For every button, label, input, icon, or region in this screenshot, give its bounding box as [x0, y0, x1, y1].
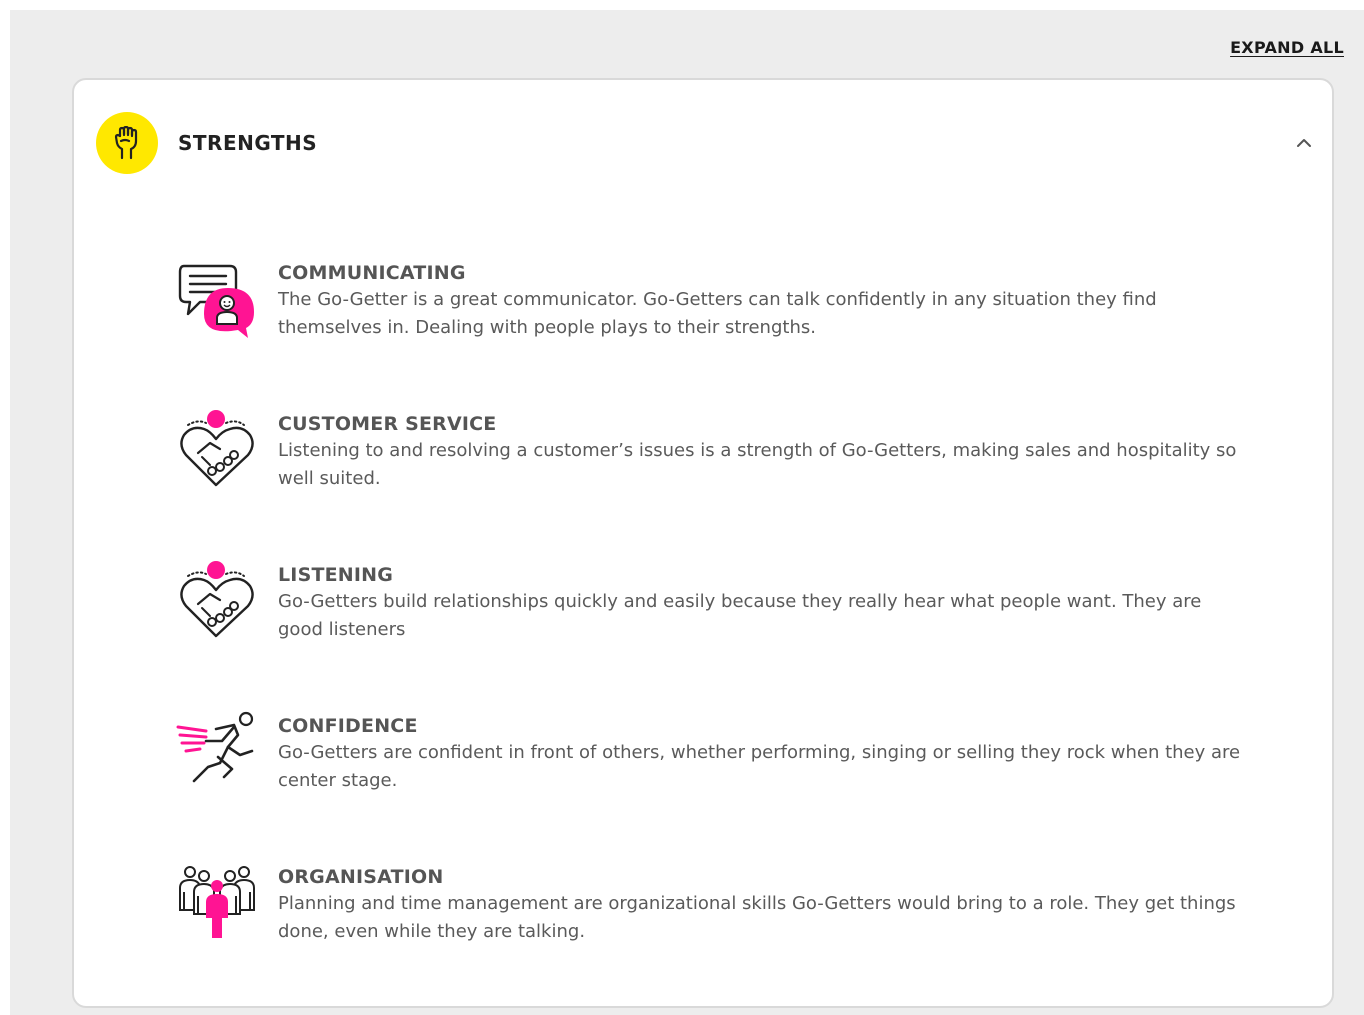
list-item: ORGANISATION Planning and time managemen… — [176, 862, 1256, 1013]
section-badge — [96, 112, 158, 174]
heart-handshake-icon — [180, 410, 254, 487]
strengths-accordion-panel: STRENGTHS COMMUNICATING The Go-Getter is… — [72, 78, 1334, 1008]
item-description: Planning and time management are organiz… — [278, 893, 1236, 942]
raised-fist-icon — [114, 126, 138, 160]
item-description: Go-Getters build relationships quickly a… — [278, 591, 1202, 640]
team-people-icon — [179, 866, 255, 938]
item-title: ORGANISATION — [278, 866, 444, 888]
list-item: COMMUNICATING The Go-Getter is a great c… — [176, 258, 1256, 409]
speech-bubbles-icon — [178, 264, 254, 338]
list-item: LISTENING Go-Getters build relationships… — [176, 560, 1256, 711]
strengths-accordion-header[interactable]: STRENGTHS — [96, 112, 1316, 174]
list-item: CUSTOMER SERVICE Listening to and resolv… — [176, 409, 1256, 560]
item-title: CONFIDENCE — [278, 715, 418, 737]
item-description: The Go-Getter is a great communicator. G… — [278, 289, 1157, 338]
strengths-list: COMMUNICATING The Go-Getter is a great c… — [176, 258, 1256, 1013]
heart-handshake-icon — [180, 561, 254, 638]
item-description: Listening to and resolving a customer’s … — [278, 440, 1237, 489]
list-item: CONFIDENCE Go-Getters are confident in f… — [176, 711, 1256, 862]
item-description: Go-Getters are confident in front of oth… — [278, 742, 1241, 791]
expand-all-link[interactable]: EXPAND ALL — [1230, 38, 1344, 57]
item-title: CUSTOMER SERVICE — [278, 413, 497, 435]
section-title: STRENGTHS — [178, 131, 318, 155]
page-background: EXPAND ALL STRENGTHS COMMUNICATING The G… — [10, 10, 1364, 1015]
chevron-up-icon[interactable] — [1292, 131, 1316, 155]
item-title: LISTENING — [278, 564, 394, 586]
running-person-icon — [176, 711, 254, 783]
item-title: COMMUNICATING — [278, 262, 466, 284]
